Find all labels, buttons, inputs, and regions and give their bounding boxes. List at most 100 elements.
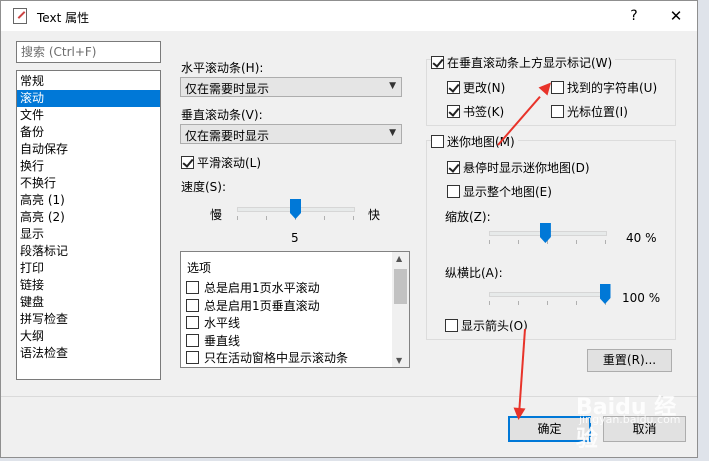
show-whole-map-option[interactable]: 显示整个地图(E) xyxy=(447,183,552,200)
window-title: Text 属性 xyxy=(37,11,90,25)
option-row[interactable]: 总是启用1页垂直滚动 xyxy=(186,297,320,314)
cursor-position-option[interactable]: 光标位置(I) xyxy=(551,103,628,120)
option-row[interactable]: 总是启用1页水平滚动 xyxy=(186,279,320,296)
category-item[interactable]: 备份 xyxy=(17,124,160,141)
speed-slow-label: 慢 xyxy=(210,208,223,222)
bookmarks-label: 书签(K) xyxy=(463,105,505,119)
slider-tick xyxy=(237,216,238,220)
options-scrollbar[interactable]: ▲ ▼ xyxy=(392,252,409,367)
title-bar: Text 属性 ? ✕ xyxy=(1,1,697,31)
found-strings-option[interactable]: 找到的字符串(U) xyxy=(551,79,657,96)
category-item[interactable]: 段落标记 xyxy=(17,243,160,260)
category-item[interactable]: 高亮 (1) xyxy=(17,192,160,209)
chevron-down-icon: ▼ xyxy=(389,81,396,91)
horizontal-scrollbar-select[interactable]: 仅在需要时显示 ▼ xyxy=(180,77,402,97)
category-item[interactable]: 高亮 (2) xyxy=(17,209,160,226)
hover-minimap-checkbox[interactable] xyxy=(447,161,460,174)
category-item[interactable]: 不换行 xyxy=(17,175,160,192)
options-header: 选项 xyxy=(187,261,212,275)
category-item[interactable]: 语法检查 xyxy=(17,345,160,362)
option-checkbox[interactable] xyxy=(186,316,199,329)
show-arrow-checkbox[interactable] xyxy=(445,319,458,332)
smooth-scroll-label: 平滑滚动(L) xyxy=(197,156,262,170)
slider-tick xyxy=(547,301,548,305)
marks-label: 在垂直滚动条上方显示标记(W) xyxy=(447,56,613,70)
marks-checkbox[interactable] xyxy=(431,56,444,69)
smooth-scroll-option[interactable]: 平滑滚动(L) xyxy=(181,154,261,171)
aspect-slider-track xyxy=(489,292,607,297)
category-item[interactable]: 键盘 xyxy=(17,294,160,311)
scroll-up-icon[interactable]: ▲ xyxy=(396,254,402,263)
options-listbox[interactable]: 选项 总是启用1页水平滚动 总是启用1页垂直滚动 水平线垂直线只在活动窗格中显示滚动… xyxy=(180,251,410,368)
option-checkbox[interactable] xyxy=(186,281,199,294)
speed-slider[interactable] xyxy=(237,199,355,229)
search-box[interactable] xyxy=(16,41,161,63)
help-button[interactable]: ? xyxy=(619,6,649,26)
option-label: 只在活动窗格中显示滚动条 xyxy=(204,351,349,365)
zoom-slider[interactable] xyxy=(489,223,607,249)
option-row[interactable]: 只在活动窗格中显示滚动条 xyxy=(186,349,348,366)
show-whole-map-label: 显示整个地图(E) xyxy=(463,185,552,199)
changes-option[interactable]: 更改(N) xyxy=(447,79,505,96)
speed-label: 速度(S): xyxy=(181,180,227,194)
option-label: 垂直线 xyxy=(204,333,241,348)
show-whole-map-checkbox[interactable] xyxy=(447,185,460,198)
slider-tick xyxy=(518,240,519,244)
category-item[interactable]: 大纲 xyxy=(17,328,160,345)
option-checkbox[interactable] xyxy=(186,351,199,364)
hover-minimap-option[interactable]: 悬停时显示迷你地图(D) xyxy=(447,159,590,176)
slider-tick xyxy=(576,240,577,244)
bookmarks-option[interactable]: 书签(K) xyxy=(447,103,504,120)
vertical-scrollbar-label: 垂直滚动条(V): xyxy=(181,108,263,122)
horizontal-scrollbar-value: 仅在需要时显示 xyxy=(185,82,270,96)
show-arrow-option[interactable]: 显示箭头(O) xyxy=(445,317,528,334)
chevron-down-icon: ▼ xyxy=(389,128,396,138)
speed-slider-thumb[interactable] xyxy=(290,199,301,219)
category-item[interactable]: 滚动 xyxy=(17,90,160,107)
bookmarks-checkbox[interactable] xyxy=(447,105,460,118)
slider-tick xyxy=(518,301,519,305)
scrollbar-thumb[interactable] xyxy=(394,269,407,304)
slider-tick xyxy=(605,240,606,244)
zoom-slider-thumb[interactable] xyxy=(539,223,551,243)
scroll-down-icon[interactable]: ▼ xyxy=(396,356,402,365)
aspect-label: 纵横比(A): xyxy=(445,266,503,280)
option-label: 总是启用1页水平滚动 xyxy=(204,281,320,295)
close-button[interactable]: ✕ xyxy=(661,6,691,26)
text-document-icon xyxy=(13,8,27,24)
option-row[interactable]: 水平线 xyxy=(186,314,240,331)
category-item[interactable]: 换行 xyxy=(17,158,160,175)
search-input[interactable] xyxy=(21,43,156,61)
option-row[interactable]: 垂直线 xyxy=(186,332,240,349)
category-item[interactable]: 自动保存 xyxy=(17,141,160,158)
smooth-scroll-checkbox[interactable] xyxy=(181,156,194,169)
category-item[interactable]: 文件 xyxy=(17,107,160,124)
category-item[interactable]: 显示 xyxy=(17,226,160,243)
category-item[interactable]: 拼写检查 xyxy=(17,311,160,328)
cursor-position-checkbox[interactable] xyxy=(551,105,564,118)
found-strings-label: 找到的字符串(U) xyxy=(567,81,658,95)
zoom-value: 40 % xyxy=(626,231,657,245)
category-list[interactable]: 常规 滚动 文件 备份 自动保存 换行 不换行 高亮 (1) 高亮 (2) 显示 段落标记 打印 链接键… xyxy=(16,70,161,380)
vertical-scrollbar-select[interactable]: 仅在需要时显示 ▼ xyxy=(180,124,402,144)
marks-option[interactable]: 在垂直滚动条上方显示标记(W) xyxy=(431,54,616,71)
zoom-label: 缩放(Z): xyxy=(445,210,491,224)
reset-button[interactable]: 重置(R)... xyxy=(587,349,672,372)
minimap-checkbox[interactable] xyxy=(431,135,444,148)
category-item[interactable]: 链接 xyxy=(17,277,160,294)
speed-fast-label: 快 xyxy=(368,208,381,222)
changes-checkbox[interactable] xyxy=(447,81,460,94)
aspect-slider[interactable] xyxy=(489,284,611,310)
properties-dialog: Text 属性 ? ✕ 常规滚动文件备份自动保存换行不换行高亮 (1)高亮 (2… xyxy=(0,0,698,458)
slider-tick xyxy=(353,216,354,220)
option-checkbox[interactable] xyxy=(186,333,199,347)
category-item[interactable]: 常规 xyxy=(17,73,160,90)
aspect-value: 100 % xyxy=(622,291,661,305)
option-checkbox[interactable] xyxy=(186,298,199,312)
slider-tick xyxy=(324,216,325,220)
option-label: 水平线 xyxy=(204,316,241,330)
changes-label: 更改(N) xyxy=(463,81,506,95)
category-item[interactable]: 打印 xyxy=(17,260,160,277)
option-label: 总是启用1页垂直滚动 xyxy=(204,298,320,313)
speed-value: 5 xyxy=(291,231,299,245)
